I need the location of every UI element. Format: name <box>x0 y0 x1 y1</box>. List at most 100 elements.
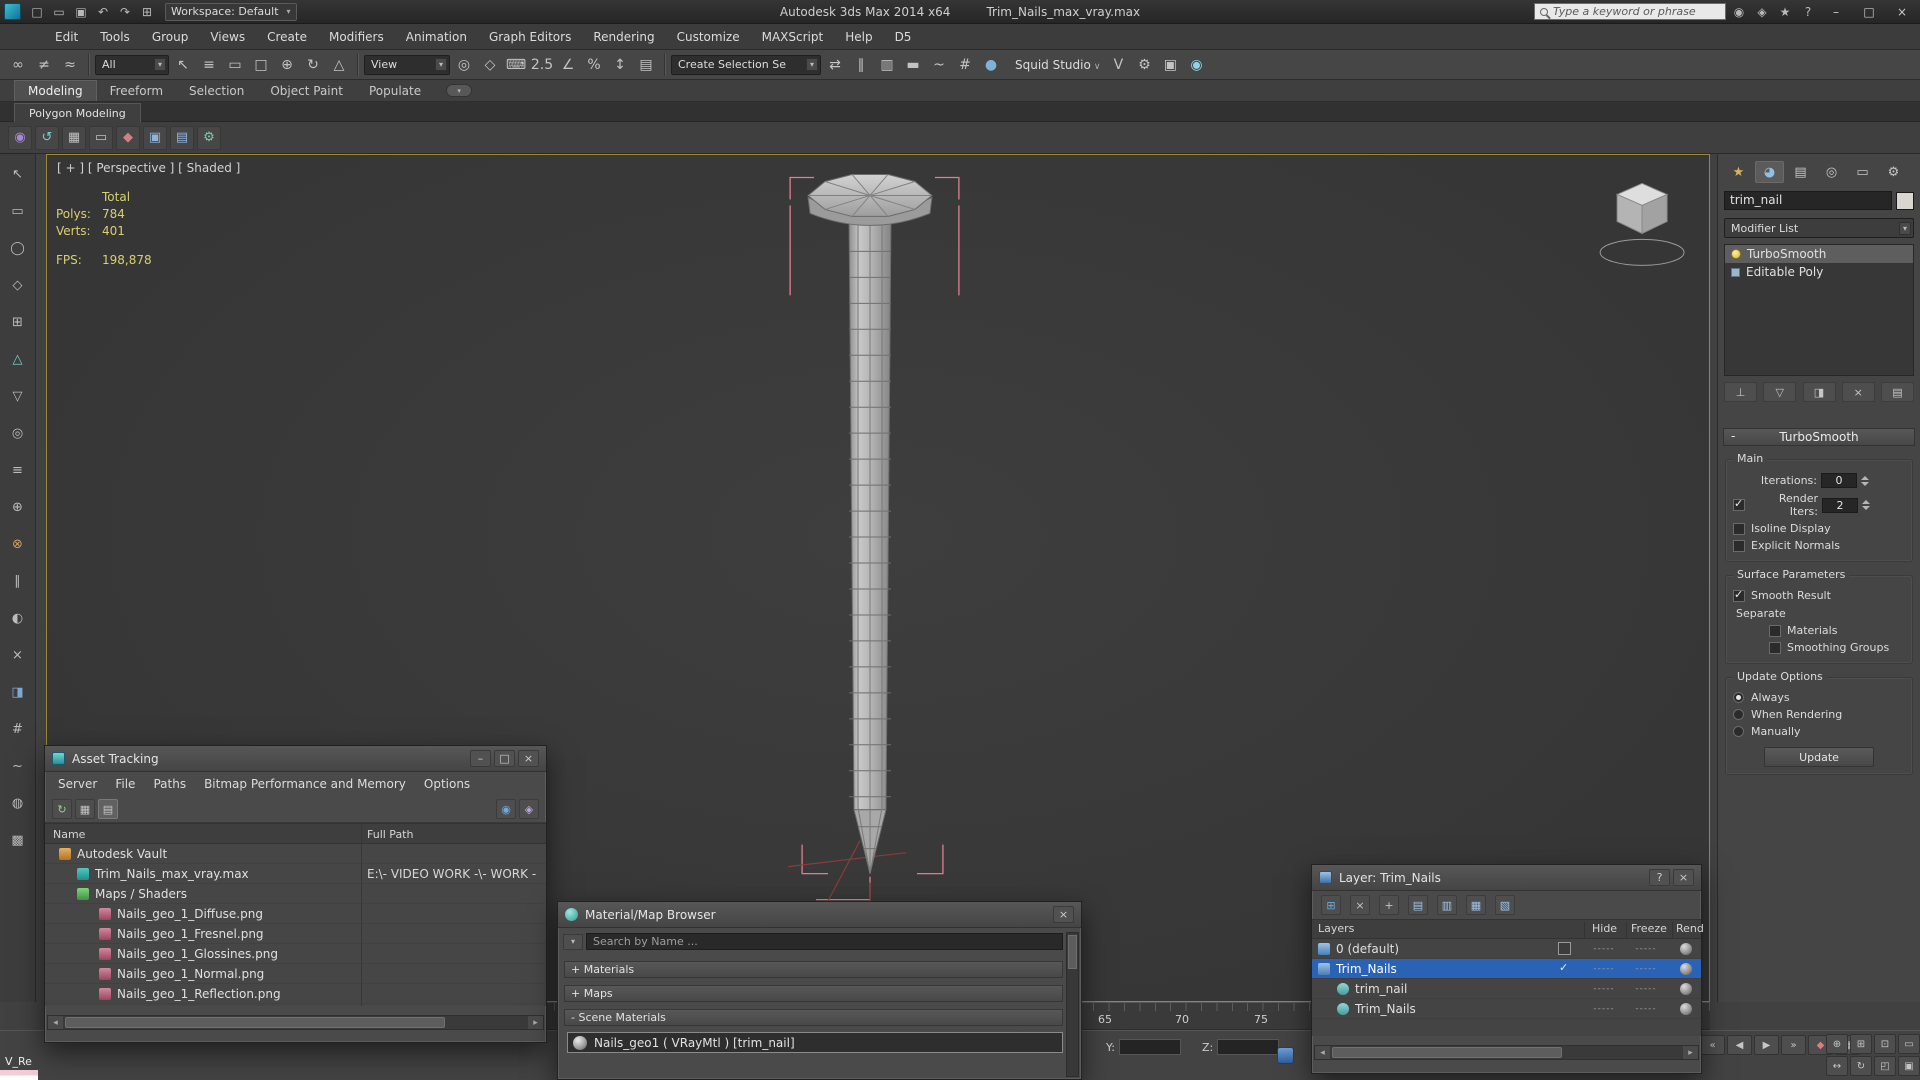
asset-menu-item[interactable]: Server <box>49 777 106 791</box>
select-tool-icon[interactable]: ↖ <box>6 162 30 186</box>
workspace-dropdown[interactable]: Workspace: Default <box>165 2 297 21</box>
save-file-icon[interactable]: ▣ <box>71 2 91 22</box>
render-toggle-icon[interactable] <box>1680 983 1692 995</box>
menu-item[interactable]: Rendering <box>582 30 665 44</box>
when-rendering-radio[interactable] <box>1733 709 1744 720</box>
ribbon-tab[interactable]: Freeform <box>97 81 176 101</box>
help-button[interactable]: ? <box>1649 869 1670 886</box>
project-folder-icon[interactable]: ⊞ <box>137 2 157 22</box>
new-layer-icon[interactable]: ⊞ <box>1321 895 1341 915</box>
fov-icon[interactable]: ▭ <box>1898 1034 1920 1054</box>
unlink-selection-icon[interactable]: ≠ <box>32 53 56 77</box>
freeze-toggle[interactable]: ----- <box>1628 939 1664 959</box>
asset-row[interactable]: Maps / Shaders <box>45 884 546 904</box>
window-crossing-icon[interactable]: □ <box>249 53 273 77</box>
select-and-move-icon[interactable]: ⊕ <box>275 53 299 77</box>
minimize-button[interactable]: – <box>1821 2 1851 22</box>
hide-toggle[interactable]: ----- <box>1586 939 1622 959</box>
browser-options-button[interactable] <box>563 933 583 950</box>
polygon-mode-icon[interactable]: ◉ <box>8 125 32 150</box>
ribbon-tab[interactable]: Object Paint <box>257 81 356 101</box>
select-and-scale-icon[interactable]: △ <box>327 53 351 77</box>
freeze-toggle[interactable]: ----- <box>1628 999 1664 1019</box>
reference-coordinate-dropdown[interactable]: View <box>364 54 450 75</box>
open-file-icon[interactable]: ▭ <box>49 2 69 22</box>
select-object-icon[interactable]: ↖ <box>171 53 195 77</box>
ribbon-toggle-icon[interactable]: ▬ <box>901 53 925 77</box>
isoline-display-checkbox[interactable] <box>1733 522 1745 535</box>
display-tab[interactable]: ▭ <box>1848 161 1877 183</box>
selection-filter-dropdown[interactable]: All <box>95 54 169 75</box>
material-group-header[interactable]: + Materials <box>564 961 1063 978</box>
vray-studio-icon[interactable]: V <box>1106 53 1130 77</box>
render-iters-checkbox[interactable] <box>1733 497 1745 511</box>
menu-item[interactable]: Graph Editors <box>478 30 582 44</box>
paint-deform-icon[interactable]: ~ <box>6 754 30 778</box>
pan-icon[interactable]: ↔ <box>1826 1056 1848 1076</box>
configure-sets-button[interactable]: ▤ <box>1881 382 1914 402</box>
menu-item[interactable]: MAXScript <box>751 30 835 44</box>
menu-item[interactable]: Customize <box>666 30 751 44</box>
chamfer-tool-icon[interactable]: ◐ <box>6 606 30 630</box>
remove-modifier-button[interactable]: × <box>1841 382 1875 402</box>
scroll-right-arrow[interactable] <box>1683 1046 1698 1059</box>
scrollbar-thumb[interactable] <box>1068 935 1077 969</box>
schematic-view-icon[interactable]: # <box>953 53 977 77</box>
manually-radio[interactable] <box>1733 726 1744 737</box>
status-refresh-icon[interactable]: ◉ <box>496 799 516 819</box>
bind-to-spacewarp-icon[interactable]: ≈ <box>58 53 82 77</box>
shrink-selection-icon[interactable]: ▽ <box>6 384 30 408</box>
refresh-icon[interactable]: ↻ <box>52 799 72 819</box>
hide-toggle[interactable]: ----- <box>1586 959 1622 979</box>
select-layer-objects-icon[interactable]: ▤ <box>1408 895 1428 915</box>
turbosmooth-rollout-header[interactable]: TurboSmooth <box>1723 428 1915 446</box>
select-by-name-icon[interactable]: ≡ <box>197 53 221 77</box>
scene-material-item[interactable]: Nails_geo1 ( VRayMtl ) [trim_nail] <box>567 1032 1063 1053</box>
named-selection-sets-icon[interactable]: ▤ <box>634 53 658 77</box>
keyboard-override-icon[interactable]: ⌨ <box>504 53 528 77</box>
extrude-tool-icon[interactable]: ⊕ <box>6 495 30 519</box>
layer-window-titlebar[interactable]: Layer: Trim_Nails ? × <box>1312 865 1701 891</box>
redo-icon[interactable]: ↷ <box>115 2 135 22</box>
named-selection-dropdown[interactable]: Create Selection Se <box>671 54 821 75</box>
align-icon[interactable]: ∥ <box>849 53 873 77</box>
render-setup-icon[interactable]: ⚙ <box>1132 53 1156 77</box>
maximize-viewport-icon[interactable]: ▣ <box>1898 1056 1920 1076</box>
layer-table-header[interactable]: Layers Hide Freeze Rend <box>1312 919 1704 939</box>
smoothing-groups-checkbox[interactable] <box>1769 641 1781 654</box>
sign-in-icon[interactable]: ◉ <box>1729 2 1749 22</box>
help-icon[interactable]: ? <box>1798 2 1818 22</box>
modifier-panel-icon[interactable]: ▤ <box>170 125 194 150</box>
region-paint-icon[interactable]: ⊞ <box>6 310 30 334</box>
viewcube[interactable] <box>1599 182 1685 266</box>
region-fence-icon[interactable]: ◇ <box>6 273 30 297</box>
maximize-button[interactable]: □ <box>494 750 515 767</box>
iterations-spinner[interactable] <box>1859 473 1871 488</box>
select-and-manipulate-icon[interactable]: ◇ <box>478 53 502 77</box>
cut-tool-icon[interactable]: × <box>6 643 30 667</box>
curve-editor-icon[interactable]: ~ <box>927 53 951 77</box>
iterations-field[interactable]: 0 <box>1821 473 1857 488</box>
menu-item[interactable]: Edit <box>44 30 89 44</box>
bevel-tool-icon[interactable]: ⊗ <box>6 532 30 556</box>
grow-selection-icon[interactable]: △ <box>6 347 30 371</box>
hide-toggle[interactable]: ----- <box>1586 979 1622 999</box>
polygon-modeling-panel-tab[interactable]: Polygon Modeling <box>14 103 141 122</box>
render-toggle-icon[interactable] <box>1680 1003 1692 1015</box>
asset-table-header[interactable]: Name Full Path <box>45 823 546 844</box>
asset-menu-item[interactable]: Paths <box>144 777 195 791</box>
next-frame-button[interactable]: » <box>1781 1035 1806 1055</box>
make-unique-button[interactable]: ◨ <box>1802 382 1836 402</box>
rendered-frame-icon[interactable]: ▣ <box>1158 53 1182 77</box>
render-toggle-icon[interactable] <box>1680 943 1692 955</box>
menu-item[interactable]: Modifiers <box>318 30 395 44</box>
spinner-snap-icon[interactable]: ↕ <box>608 53 632 77</box>
menu-item[interactable]: Group <box>141 30 200 44</box>
create-tab[interactable]: ★ <box>1724 161 1753 183</box>
constraints-icon[interactable]: ▩ <box>6 828 30 852</box>
asset-tracking-titlebar[interactable]: Asset Tracking – □ × <box>45 746 546 772</box>
selection-lock-toggle[interactable] <box>1277 1047 1294 1064</box>
modifier-stack-item[interactable]: Editable Poly <box>1725 263 1913 281</box>
minimize-button[interactable]: – <box>470 750 491 767</box>
scrollbar-thumb[interactable] <box>65 1017 445 1028</box>
